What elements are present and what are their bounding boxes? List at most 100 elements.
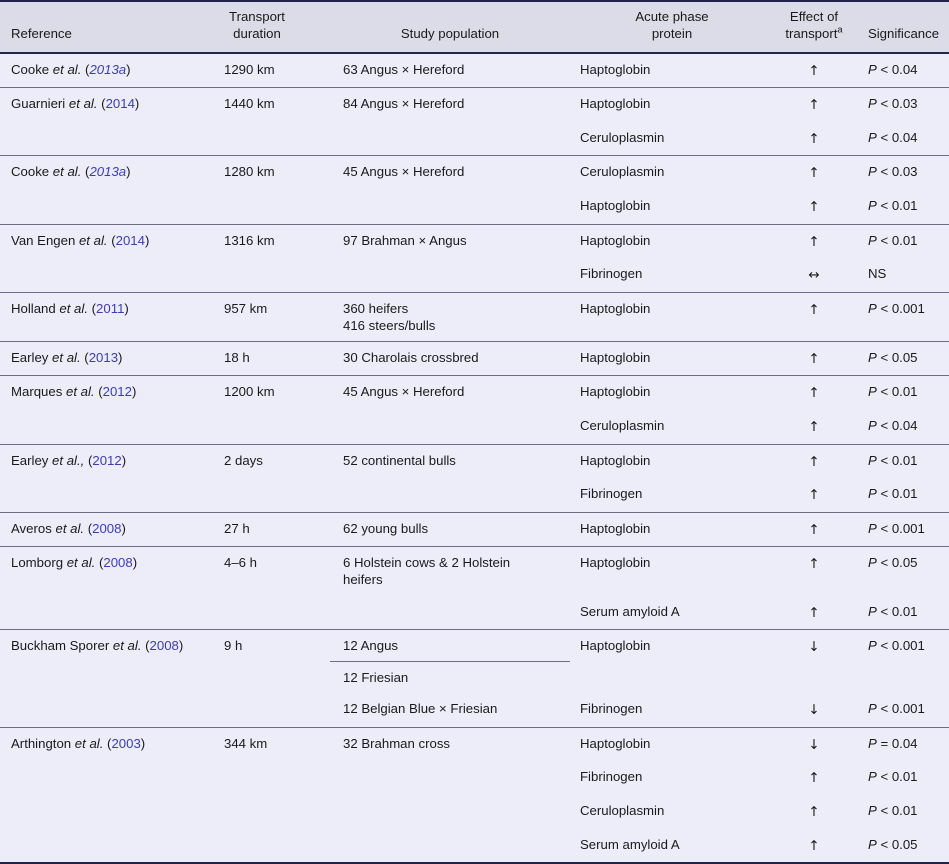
table-row: Ceruloplasmin ↑ P < 0.01 bbox=[0, 795, 949, 829]
table-row: Serum amyloid A ↑ P < 0.05 bbox=[0, 828, 949, 864]
cell-effect-of-transport: ↑ bbox=[770, 155, 858, 190]
cell-effect-of-transport: ↔ bbox=[770, 258, 858, 293]
cell-significance: P < 0.04 bbox=[858, 121, 949, 156]
column-header-duration-line1: Transport bbox=[229, 9, 285, 24]
column-header-effect-line2: transport bbox=[785, 25, 838, 41]
cell-significance: P < 0.04 bbox=[858, 52, 949, 88]
cell-study-population bbox=[330, 410, 570, 445]
cell-reference bbox=[0, 795, 200, 829]
cell-significance: P < 0.001 bbox=[858, 291, 949, 342]
cell-study-population: 12 Belgian Blue × Friesian bbox=[330, 693, 570, 728]
cell-acute-phase-protein: Ceruloplasmin bbox=[570, 795, 770, 829]
cell-effect-of-transport: ↑ bbox=[770, 761, 858, 796]
cell-transport-duration: 1440 km bbox=[200, 87, 330, 122]
cell-study-population: 62 young bulls bbox=[330, 511, 570, 547]
cell-reference: Marques et al. (2012) bbox=[0, 375, 200, 411]
cell-transport-duration: 344 km bbox=[200, 726, 330, 762]
cell-reference: Holland et al. (2011) bbox=[0, 291, 200, 342]
column-header-reference-line1: Reference bbox=[11, 25, 72, 41]
cell-study-population bbox=[330, 828, 570, 864]
cell-significance: P < 0.01 bbox=[858, 223, 949, 259]
cell-acute-phase-protein: Haptoglobin bbox=[570, 511, 770, 547]
cell-study-population: 360 heifers 416 steers/bulls bbox=[330, 291, 570, 342]
table-row: Fibrinogen ↑ P < 0.01 bbox=[0, 478, 949, 513]
effect-arrow-icon: ↑ bbox=[808, 233, 820, 250]
effect-arrow-icon: ↑ bbox=[808, 301, 820, 318]
effect-arrow-icon: ↑ bbox=[808, 604, 820, 621]
cell-reference bbox=[0, 595, 200, 630]
column-header-population-line1: Study population bbox=[400, 25, 500, 41]
cell-reference: Buckham Sporer et al. (2008) bbox=[0, 629, 200, 694]
cell-acute-phase-protein: Serum amyloid A bbox=[570, 595, 770, 630]
cell-significance: P < 0.03 bbox=[858, 87, 949, 122]
table-row: Earley et al., (2012) 2 days 52 continenta… bbox=[0, 443, 949, 479]
table-row: Arthington et al. (2003) 344 km 32 Brahman… bbox=[0, 726, 949, 762]
cell-significance: P < 0.01 bbox=[858, 443, 949, 479]
cell-transport-duration bbox=[200, 595, 330, 630]
cell-significance: P < 0.05 bbox=[858, 546, 949, 596]
cell-acute-phase-protein: Serum amyloid A bbox=[570, 828, 770, 864]
cell-reference: Arthington et al. (2003) bbox=[0, 726, 200, 762]
cell-significance: P < 0.01 bbox=[858, 761, 949, 796]
effect-arrow-icon: ↓ bbox=[808, 702, 820, 719]
footnote-marker-a: a bbox=[837, 23, 843, 35]
column-header-protein-line1: Acute phase bbox=[635, 9, 709, 24]
cell-transport-duration: 1280 km bbox=[200, 155, 330, 190]
table-row: Guarnieri et al. (2014) 1440 km 84 Angus ×… bbox=[0, 87, 949, 122]
cell-study-population bbox=[330, 258, 570, 293]
effect-arrow-icon: ↑ bbox=[808, 165, 820, 182]
cell-reference: Cooke et al. (2013a) bbox=[0, 155, 200, 190]
cell-effect-of-transport: ↑ bbox=[770, 546, 858, 596]
cell-study-population: 63 Angus × Hereford bbox=[330, 52, 570, 88]
cell-reference bbox=[0, 828, 200, 864]
effect-arrow-icon: ↓ bbox=[808, 639, 820, 656]
cell-effect-of-transport: ↑ bbox=[770, 828, 858, 864]
cell-significance: P < 0.01 bbox=[858, 595, 949, 630]
cell-effect-of-transport: ↑ bbox=[770, 443, 858, 479]
column-header-study-population: Study population bbox=[330, 0, 570, 54]
effect-arrow-icon: ↑ bbox=[808, 453, 820, 470]
cell-effect-of-transport: ↑ bbox=[770, 189, 858, 225]
table-body: Cooke et al. (2013a) 1290 km 63 Angus × He… bbox=[0, 52, 949, 864]
cell-significance: P < 0.001 bbox=[858, 629, 949, 694]
effect-arrow-icon: ↑ bbox=[808, 62, 820, 79]
cell-acute-phase-protein: Fibrinogen bbox=[570, 258, 770, 293]
acute-phase-protein-table-container: Reference Transport duration Study popul… bbox=[0, 0, 949, 864]
cell-acute-phase-protein: Haptoglobin bbox=[570, 223, 770, 259]
cell-effect-of-transport: ↑ bbox=[770, 478, 858, 513]
column-header-effect-line1: Effect of bbox=[789, 9, 839, 24]
effect-arrow-icon: ↑ bbox=[808, 804, 820, 821]
cell-study-population bbox=[330, 795, 570, 829]
effect-arrow-icon: ↑ bbox=[808, 487, 820, 504]
effect-arrow-icon: ↑ bbox=[808, 385, 820, 402]
cell-reference: Van Engen et al. (2014) bbox=[0, 223, 200, 259]
effect-arrow-icon: ↑ bbox=[808, 350, 820, 367]
cell-study-population: 52 continental bulls bbox=[330, 443, 570, 479]
cell-acute-phase-protein: Haptoglobin bbox=[570, 87, 770, 122]
cell-effect-of-transport: ↑ bbox=[770, 121, 858, 156]
cell-transport-duration bbox=[200, 410, 330, 445]
cell-acute-phase-protein: Ceruloplasmin bbox=[570, 121, 770, 156]
cell-reference: Cooke et al. (2013a) bbox=[0, 52, 200, 88]
cell-study-population: 12 Angus 12 Friesian bbox=[330, 629, 570, 694]
column-header-significance: Significance bbox=[858, 0, 949, 54]
cell-transport-duration: 1316 km bbox=[200, 223, 330, 259]
cell-transport-duration bbox=[200, 189, 330, 225]
cell-reference: Lomborg et al. (2008) bbox=[0, 546, 200, 596]
effect-arrow-icon: ↑ bbox=[808, 521, 820, 538]
cell-significance: P < 0.01 bbox=[858, 795, 949, 829]
cell-transport-duration bbox=[200, 258, 330, 293]
cell-reference bbox=[0, 121, 200, 156]
cell-acute-phase-protein: Haptoglobin bbox=[570, 52, 770, 88]
cell-transport-duration: 1290 km bbox=[200, 52, 330, 88]
cell-transport-duration: 1200 km bbox=[200, 375, 330, 411]
cell-transport-duration: 18 h bbox=[200, 340, 330, 376]
cell-effect-of-transport: ↓ bbox=[770, 726, 858, 762]
cell-acute-phase-protein: Haptoglobin bbox=[570, 340, 770, 376]
cell-effect-of-transport: ↑ bbox=[770, 52, 858, 88]
cell-acute-phase-protein: Ceruloplasmin bbox=[570, 155, 770, 190]
table-row: Van Engen et al. (2014) 1316 km 97 Brahman… bbox=[0, 223, 949, 259]
cell-study-population bbox=[330, 478, 570, 513]
effect-arrow-icon: ↑ bbox=[808, 770, 820, 787]
cell-study-population: 30 Charolais crossbred bbox=[330, 340, 570, 376]
